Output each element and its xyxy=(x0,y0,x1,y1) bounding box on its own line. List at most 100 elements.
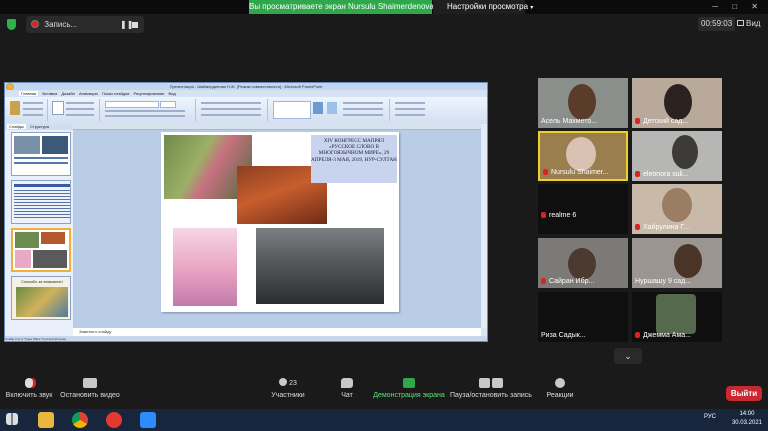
notes-field[interactable]: Заметки к слайду xyxy=(73,328,481,336)
window-controls[interactable]: ─ □ ✕ xyxy=(712,0,764,14)
video-feed xyxy=(664,84,692,120)
system-clock[interactable]: 14:00 30.03.2021 xyxy=(732,410,762,428)
grid-icon xyxy=(737,20,744,26)
ruler xyxy=(73,124,481,130)
video-feed xyxy=(662,188,692,222)
vertical-scrollbar[interactable] xyxy=(481,124,487,328)
ppt-tab[interactable]: Анимация xyxy=(79,91,98,96)
participants-button[interactable]: 23 Участники xyxy=(268,378,308,399)
muted-mic-icon xyxy=(635,224,640,230)
slide-canvas[interactable]: XIV КОНГРЕСС МАПРЯЛ «РУССКОЕ СЛОВО В МНО… xyxy=(73,124,481,328)
muted-mic-icon xyxy=(635,171,640,177)
ppt-tab[interactable]: Вид xyxy=(169,91,176,96)
unmute-button[interactable]: Включить звук xyxy=(4,378,54,399)
share-banner: Вы просматриваете экран Nursulu Shaimerd… xyxy=(249,0,434,14)
current-slide[interactable]: XIV КОНГРЕСС МАПРЯЛ «РУССКОЕ СЛОВО В МНО… xyxy=(161,132,399,312)
participant-name: realme 6 xyxy=(541,211,576,220)
chat-bubble-icon xyxy=(341,378,353,388)
participant-tile[interactable]: Джемма Ама... xyxy=(632,292,722,342)
video-label: Остановить видео xyxy=(60,392,120,399)
slide-thumb-4[interactable]: Спасибо за внимание! xyxy=(11,276,71,320)
participant-name: Детский сад... xyxy=(635,117,688,126)
reactions-label: Реакции xyxy=(546,392,574,399)
chat-button[interactable]: Чат xyxy=(334,378,360,399)
participant-tile-active[interactable]: Nursulu Shaimer... xyxy=(538,131,628,181)
reactions-button[interactable]: Реакции xyxy=(544,378,576,399)
font-group[interactable] xyxy=(101,99,196,121)
recording-dot-icon xyxy=(32,21,38,27)
ppt-tab[interactable]: Вставка xyxy=(42,91,57,96)
chat-label: Чат xyxy=(341,392,353,399)
slide-thumb-2[interactable] xyxy=(11,180,71,224)
ppt-title-bar: Презентация - Шаймердинова Н.Ж. [Режим с… xyxy=(5,83,487,90)
view-label: Вид xyxy=(746,19,761,28)
ppt-tab[interactable]: Главная xyxy=(19,91,39,96)
smiley-icon xyxy=(555,378,565,388)
pause-stop-icon xyxy=(478,378,504,388)
meeting-timer: 00:59:03 xyxy=(698,17,736,31)
drawing-group[interactable] xyxy=(269,99,390,121)
clock-date: 30.03.2021 xyxy=(731,420,762,426)
thumb-tab-slides[interactable]: Слайды xyxy=(7,124,26,129)
muted-mic-icon xyxy=(541,212,546,218)
paragraph-group[interactable] xyxy=(197,99,268,121)
ppt-tab[interactable]: Рецензирование xyxy=(134,91,165,96)
participant-tile[interactable]: Риза Садык... xyxy=(538,292,628,342)
share-screen-icon xyxy=(403,378,415,388)
record-button[interactable]: Пауза/остановить запись xyxy=(450,378,532,399)
video-feed xyxy=(568,248,596,280)
participant-tile[interactable]: Хайрулина Г... xyxy=(632,184,722,234)
new-slide-icon[interactable] xyxy=(52,101,64,115)
stop-icon[interactable] xyxy=(132,22,138,28)
video-feed xyxy=(568,84,596,120)
participant-name: eleonora suli... xyxy=(635,170,689,179)
photo-book-cover xyxy=(173,228,237,306)
thumb-tab-outline[interactable]: Структура xyxy=(30,124,49,129)
participant-tile[interactable]: Сайран Ибр... xyxy=(538,238,628,288)
clipboard-group[interactable] xyxy=(7,99,48,121)
view-button[interactable]: Вид xyxy=(737,17,760,31)
unmute-label: Включить звук xyxy=(5,392,53,399)
ppt-tab[interactable]: Дизайн xyxy=(61,91,74,96)
shared-screen-powerpoint[interactable]: Презентация - Шаймердинова Н.Ж. [Режим с… xyxy=(4,82,488,342)
file-explorer-icon[interactable] xyxy=(38,412,54,428)
video-feed xyxy=(674,244,702,278)
leave-button[interactable]: Выйти xyxy=(726,386,762,401)
editing-group[interactable] xyxy=(391,99,435,121)
slide-thumb-3-selected[interactable] xyxy=(11,228,71,272)
participant-name: Хайрулина Г... xyxy=(635,223,689,232)
slides-group[interactable] xyxy=(49,99,100,121)
participant-tile[interactable]: Детский сад... xyxy=(632,78,722,128)
ppt-tab[interactable]: Показ слайдов xyxy=(102,91,130,96)
ppt-ribbon-tabs: Главная Вставка Дизайн Анимация Показ сл… xyxy=(5,90,487,97)
stop-video-button[interactable]: Остановить видео xyxy=(58,378,122,399)
windows-start-icon[interactable] xyxy=(6,413,18,425)
muted-mic-icon xyxy=(543,169,548,175)
record-label: Пауза/остановить запись xyxy=(450,392,532,399)
share-screen-button[interactable]: Демонстрация экрана xyxy=(372,378,446,399)
recording-label: Запись... xyxy=(44,20,78,29)
participant-name: Nursulu Shaimer... xyxy=(543,168,609,177)
participant-tile[interactable]: eleonora suli... xyxy=(632,131,722,181)
thumb4-text: Спасибо за внимание! xyxy=(21,279,63,284)
participant-name: Риза Садык... xyxy=(541,332,586,339)
participant-name: Сайран Ибр... xyxy=(541,277,594,286)
clock-time: 14:00 xyxy=(739,411,755,417)
view-settings-button[interactable]: Настройки просмотра ▾ xyxy=(433,0,533,14)
participant-tile[interactable]: Асель Махмето... xyxy=(538,78,628,128)
participants-count: 23 xyxy=(289,380,297,387)
zoom-app-icon[interactable] xyxy=(140,412,156,428)
yandex-browser-icon[interactable] xyxy=(106,412,122,428)
chevron-down-icon[interactable]: ⌄ xyxy=(614,348,642,364)
participant-tile[interactable]: realme 6 xyxy=(538,184,628,234)
slide-thumb-1[interactable] xyxy=(11,132,71,176)
language-indicator[interactable]: РУС xyxy=(704,414,716,420)
participants-label: Участники xyxy=(271,392,305,399)
security-shield-icon[interactable] xyxy=(7,19,16,30)
paste-icon[interactable] xyxy=(10,101,20,115)
chrome-icon[interactable] xyxy=(72,412,88,428)
video-camera-icon xyxy=(83,378,97,388)
video-feed xyxy=(672,135,698,169)
participant-tile[interactable]: Нуршашу 9 сад... xyxy=(632,238,722,288)
participant-name: Асель Махмето... xyxy=(541,118,598,125)
